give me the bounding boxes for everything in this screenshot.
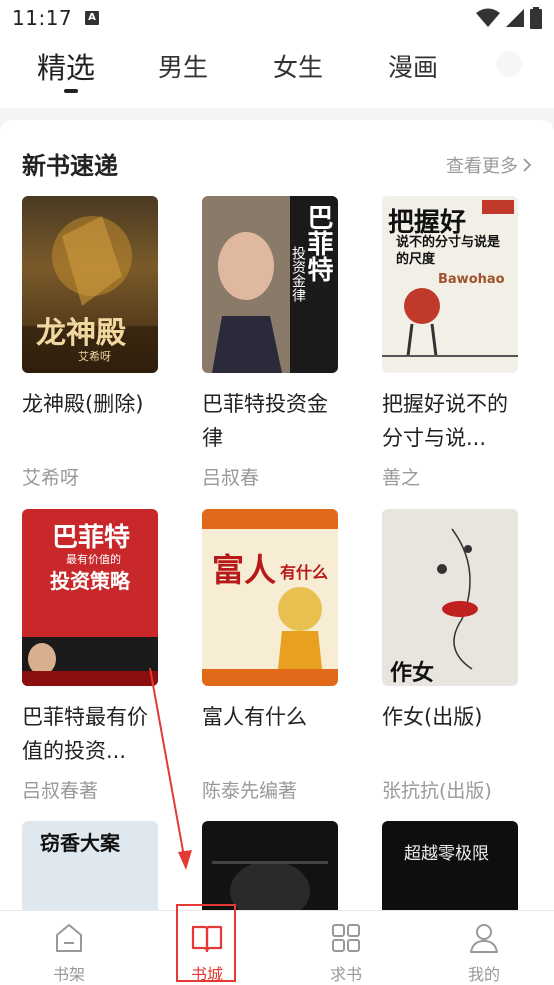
nav-label: 我的	[467, 965, 500, 984]
cover-subtitle: 投资金律	[290, 246, 306, 302]
bottom-nav: 书架 书城 求书 我的	[0, 910, 554, 985]
notification-icon: A	[85, 11, 99, 25]
nav-profile[interactable]: 我的	[444, 921, 524, 985]
bookshelf-icon	[56, 924, 82, 952]
tab-male[interactable]: 男生	[158, 48, 208, 84]
cover-title: 作女	[390, 661, 435, 686]
book-title: 作女(出版)	[382, 705, 483, 729]
book-cover[interactable]: 把握好 说不的分寸与说是的尺度 Bawohao	[382, 196, 518, 373]
cover-title: 超越零极限	[404, 844, 489, 864]
nav-bookshelf[interactable]: 书架	[29, 921, 109, 985]
more-label: 查看更多	[446, 156, 518, 177]
nav-label: 求书	[329, 965, 362, 984]
book-cover[interactable]: 巴菲特 最有价值的 投资策略	[22, 509, 158, 686]
book-item[interactable]: 龙神殿 艾希呀 龙神殿(删除) 艾希呀	[22, 196, 158, 490]
book-item[interactable]: 巴菲特 投资金律 巴菲特投资金律 吕叔春	[202, 196, 338, 490]
cover-art	[202, 509, 338, 686]
book-title: 龙神殿(删除)	[22, 392, 144, 416]
book-title: 把握好说不的分寸与说...	[382, 392, 508, 450]
book-item[interactable]: 巴菲特 最有价值的 投资策略 巴菲特最有价值的投资... 吕叔春著	[22, 509, 158, 803]
cover-title: 窃香大案	[40, 831, 120, 855]
nav-label: 书城	[190, 965, 223, 984]
signal-icon	[506, 9, 524, 27]
cover-title: 富人	[212, 551, 277, 589]
category-tabs: 精选 男生 女生 漫画	[0, 38, 554, 108]
cover-title: 巴菲特	[52, 523, 131, 553]
grid-icon	[332, 924, 360, 952]
search-icon[interactable]	[496, 51, 522, 77]
book-item[interactable]: 窃香大案	[22, 821, 158, 910]
book-cover[interactable]	[202, 821, 338, 910]
book-cover[interactable]: 巴菲特 投资金律	[202, 196, 338, 373]
cover-author: 艾希呀	[78, 350, 111, 363]
book-cover[interactable]: 龙神殿 艾希呀	[22, 196, 158, 373]
book-cover[interactable]: 窃香大案	[22, 821, 158, 910]
nav-request[interactable]: 求书	[306, 921, 386, 985]
cover-title: 龙神殿	[36, 316, 126, 351]
cover-subtitle: 说不的分寸与说是的尺度	[396, 235, 501, 267]
section-title: 新书速递	[22, 152, 118, 180]
book-title: 巴菲特最有价值的投资...	[22, 705, 148, 763]
cover-en: Bawohao	[438, 272, 505, 287]
nav-label: 书架	[52, 965, 85, 984]
status-bar: 11:17 A	[0, 0, 554, 38]
book-item[interactable]	[202, 821, 338, 910]
book-open-icon	[191, 925, 223, 953]
book-item[interactable]: 超越零极限	[382, 821, 518, 910]
user-icon	[470, 924, 498, 953]
book-item[interactable]: 富人 有什么 富人有什么 陈泰先编著	[202, 509, 338, 803]
new-books-card: 新书速递 查看更多 龙神殿 艾希呀 龙神殿(删除) 艾希呀 巴菲特 投资金律 巴…	[0, 120, 554, 910]
cover-subtitle: 有什么	[280, 563, 329, 582]
book-cover[interactable]: 超越零极限	[382, 821, 518, 910]
book-title: 富人有什么	[202, 705, 307, 729]
tab-comics[interactable]: 漫画	[388, 48, 438, 84]
book-author: 陈泰先编著	[202, 780, 298, 802]
battery-icon	[530, 7, 542, 29]
book-cover[interactable]: 富人 有什么	[202, 509, 338, 686]
nav-bookstore[interactable]: 书城	[167, 921, 247, 985]
more-link[interactable]: 查看更多	[446, 152, 532, 178]
book-author: 张抗抗(出版)	[382, 780, 492, 802]
content-area: 新书速递 查看更多 龙神殿 艾希呀 龙神殿(删除) 艾希呀 巴菲特 投资金律 巴…	[0, 108, 554, 910]
tab-female[interactable]: 女生	[273, 48, 323, 84]
book-item[interactable]: 把握好 说不的分寸与说是的尺度 Bawohao 把握好说不的分寸与说... 善之	[382, 196, 518, 490]
book-author: 艾希呀	[22, 467, 80, 489]
book-author: 吕叔春	[202, 467, 260, 489]
tab-featured[interactable]: 精选	[37, 45, 95, 87]
status-time: 11:17	[12, 6, 73, 30]
book-author: 善之	[382, 467, 421, 489]
status-icons	[476, 7, 542, 29]
book-title: 巴菲特投资金律	[202, 392, 328, 450]
cover-subtitle-2: 投资策略	[50, 569, 130, 593]
book-cover[interactable]: 作女	[382, 509, 518, 686]
wifi-icon	[476, 8, 500, 27]
chevron-right-icon	[523, 158, 532, 172]
book-item[interactable]: 作女 作女(出版) 张抗抗(出版)	[382, 509, 518, 803]
active-tab-indicator	[64, 89, 78, 93]
book-author: 吕叔春著	[22, 780, 99, 802]
cover-art	[212, 861, 328, 910]
